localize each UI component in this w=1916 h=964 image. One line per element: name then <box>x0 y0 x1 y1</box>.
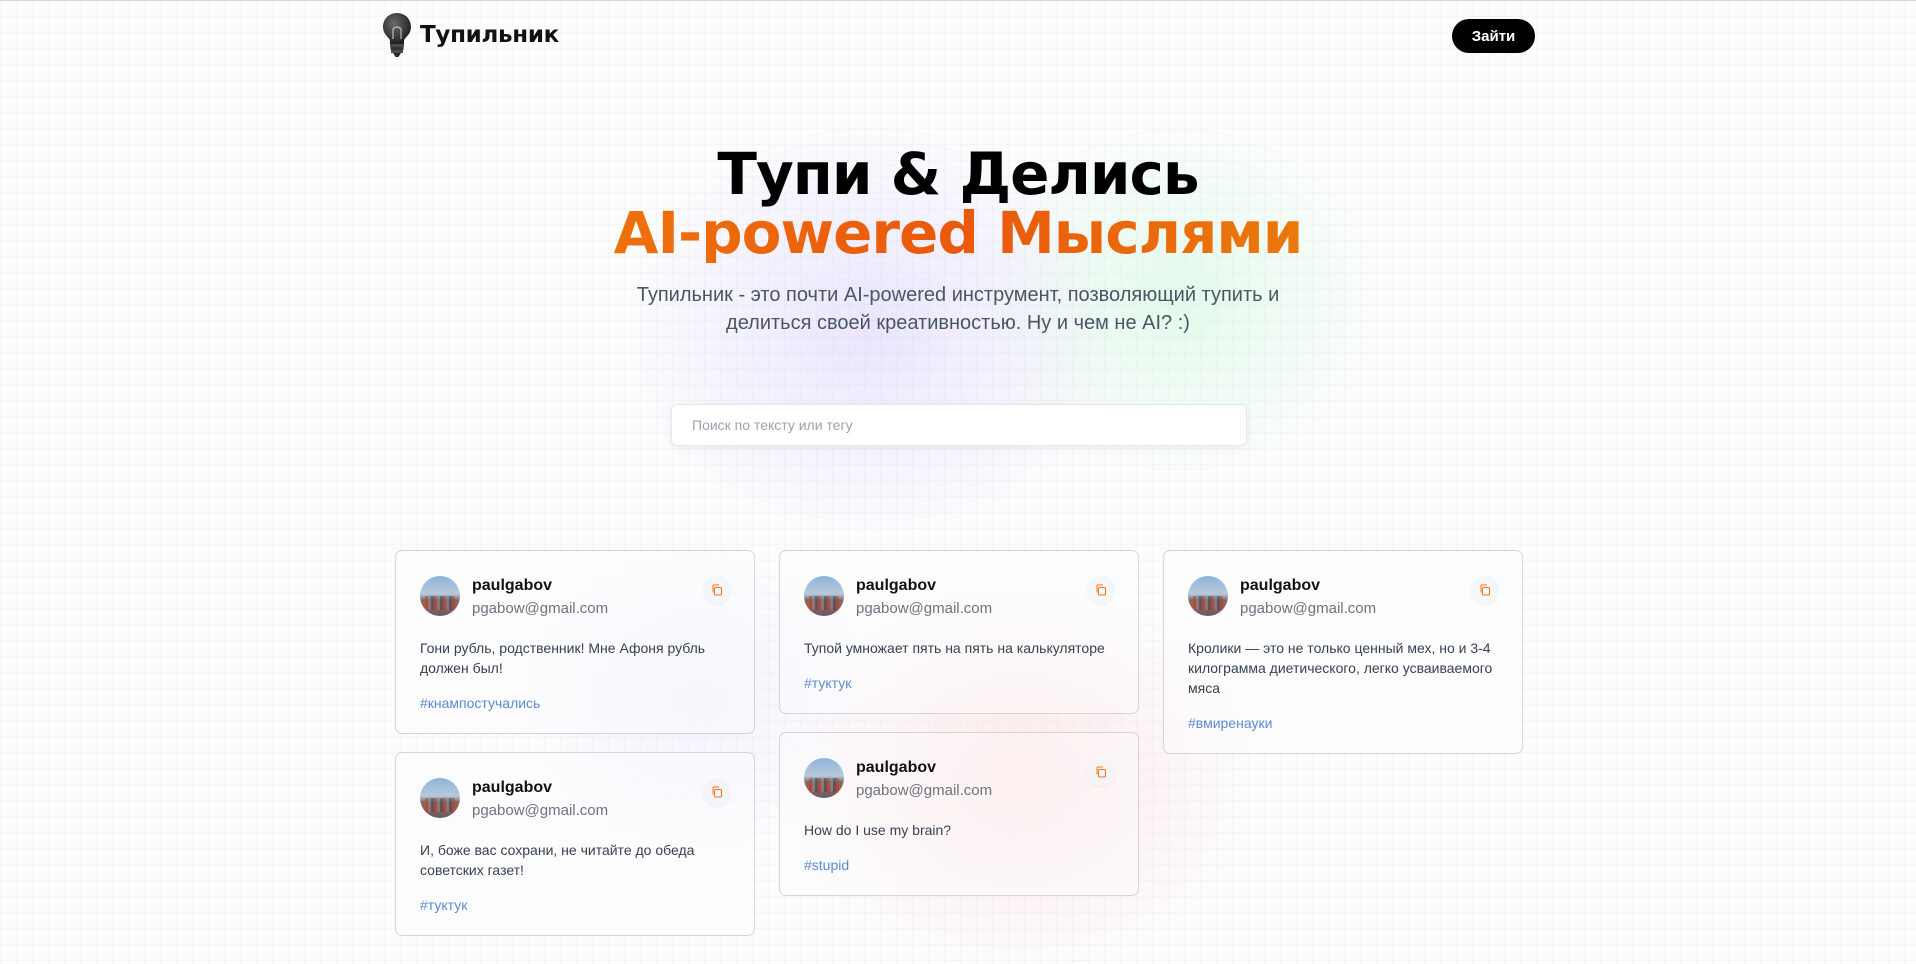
post-card: paulgabov pgabow@gmail.com How do I use … <box>779 732 1139 896</box>
post-text: Гони рубль, родственник! Мне Афоня рубль… <box>420 640 706 676</box>
copy-button[interactable] <box>1087 758 1115 786</box>
hero-description: Тупильник - это почти AI-powered инструм… <box>636 284 1280 334</box>
lightbulb-icon <box>383 13 411 57</box>
post-text: How do I use my brain? <box>804 822 952 838</box>
user-avatar[interactable] <box>420 778 460 818</box>
user-email: pgabow@gmail.com <box>1240 600 1377 617</box>
post-card: paulgabov pgabow@gmail.com Тупой умножае… <box>779 550 1139 714</box>
post-tag[interactable]: #кнампостучались <box>420 694 540 712</box>
copy-icon <box>1096 584 1106 596</box>
user-avatar[interactable] <box>420 576 460 616</box>
navbar: Тупильник Зайти <box>382 11 1535 61</box>
copy-button[interactable] <box>1471 576 1499 604</box>
copy-button[interactable] <box>703 778 731 806</box>
user-email: pgabow@gmail.com <box>856 782 993 799</box>
post-text: Кролики — это не только ценный мех, но и… <box>1188 640 1493 696</box>
username: paulgabov <box>472 577 553 594</box>
user-avatar[interactable] <box>1188 576 1228 616</box>
copy-icon <box>1480 584 1490 596</box>
username: paulgabov <box>472 779 553 796</box>
user-email: pgabow@gmail.com <box>472 600 609 617</box>
login-button[interactable]: Зайти <box>1452 19 1535 53</box>
post-card: paulgabov pgabow@gmail.com Гони рубль, р… <box>395 550 755 734</box>
username: paulgabov <box>856 577 937 594</box>
copy-button[interactable] <box>1087 576 1115 604</box>
post-tag[interactable]: #туктук <box>804 674 851 692</box>
post-text: И, боже вас сохрани, не читайте до обеда… <box>420 842 695 878</box>
top-border <box>0 0 1916 1</box>
user-avatar[interactable] <box>804 576 844 616</box>
user-email: pgabow@gmail.com <box>472 802 609 819</box>
username: paulgabov <box>1240 577 1321 594</box>
hero-accent-title: AI-powered Мыслями <box>0 203 1916 263</box>
copy-icon <box>712 584 722 596</box>
search-input[interactable] <box>672 405 1246 445</box>
user-avatar[interactable] <box>804 758 844 798</box>
post-card: paulgabov pgabow@gmail.com Кролики — это… <box>1163 550 1523 754</box>
post-text: Тупой умножает пять на пять на калькулят… <box>804 640 1105 656</box>
username: paulgabov <box>856 759 937 776</box>
copy-icon <box>1096 766 1106 778</box>
user-email: pgabow@gmail.com <box>856 600 993 617</box>
hero-title: Тупи & Делись <box>717 140 1199 208</box>
copy-button[interactable] <box>703 576 731 604</box>
logo-text: Тупильник <box>420 22 559 48</box>
copy-icon <box>712 786 722 798</box>
hero: Тупи & Делись AI-powered Мыслями Тупильн… <box>0 145 1916 337</box>
logo[interactable]: Тупильник <box>382 11 559 59</box>
post-tag[interactable]: #вмиренауки <box>1188 714 1272 732</box>
search-box <box>671 404 1247 446</box>
post-tag[interactable]: #туктук <box>420 896 467 914</box>
post-card: paulgabov pgabow@gmail.com И, боже вас с… <box>395 752 755 936</box>
post-tag[interactable]: #stupid <box>804 856 849 874</box>
